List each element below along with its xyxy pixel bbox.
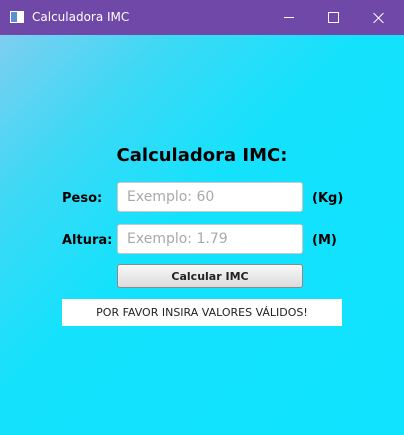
page-title: Calculadora IMC:: [116, 145, 288, 166]
height-unit-label: (M): [312, 233, 337, 248]
close-icon: [373, 12, 385, 24]
form-panel: Calculadora IMC: Peso: (Kg) Altura: (M) …: [0, 35, 404, 435]
weight-label: Peso:: [62, 191, 103, 206]
minimize-icon: [284, 17, 294, 18]
close-button[interactable]: [356, 0, 402, 35]
maximize-button[interactable]: [310, 0, 356, 35]
calculate-button[interactable]: Calcular IMC: [117, 264, 303, 288]
weight-unit-label: (Kg): [312, 191, 344, 206]
app-window: Calculadora IMC Calculadora IMC: Peso: (…: [0, 0, 404, 435]
weight-input[interactable]: [117, 182, 303, 212]
maximize-icon: [327, 12, 339, 23]
app-window-icon: [10, 11, 24, 23]
status-message: POR FAVOR INSIRA VALORES VÁLIDOS!: [62, 299, 342, 326]
height-label: Altura:: [62, 233, 113, 248]
window-title: Calculadora IMC: [32, 10, 130, 24]
title-bar[interactable]: Calculadora IMC: [0, 0, 404, 35]
minimize-button[interactable]: [266, 0, 312, 35]
height-input[interactable]: [117, 224, 303, 254]
